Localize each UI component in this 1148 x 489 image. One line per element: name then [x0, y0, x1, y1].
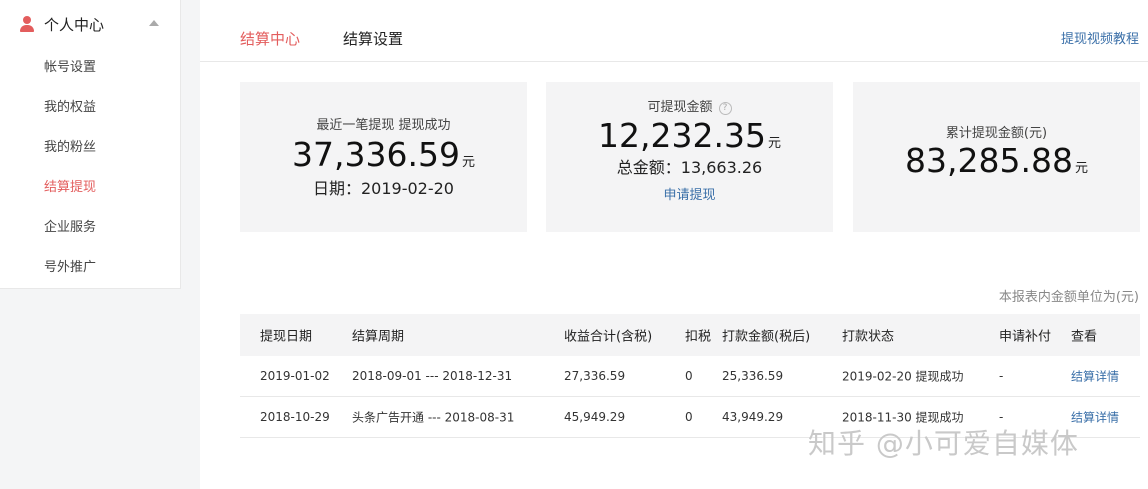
caret-up-icon[interactable]	[149, 20, 159, 26]
latest-withdraw-amount: 37,336.59	[292, 135, 460, 174]
col-settlement-period: 结算周期	[352, 329, 405, 345]
col-view: 查看	[1071, 329, 1098, 345]
col-payout-status: 打款状态	[842, 329, 895, 345]
latest-withdraw-date: 日期：2019-02-20	[313, 179, 454, 198]
cell-income-total: 45,949.29	[564, 410, 626, 424]
cell-payout-amount: 43,949.29	[722, 410, 784, 424]
cell-income-total: 27,336.59	[564, 369, 626, 383]
cell-settlement-period: 2018-09-01 --- 2018-12-31	[352, 369, 513, 383]
total-amount: 总金额：13,663.26	[616, 158, 763, 177]
sidebar-title: 个人中心	[44, 15, 105, 34]
cell-tax: 0	[685, 410, 693, 424]
tab-settlement-settings[interactable]: 结算设置	[343, 28, 403, 49]
col-income-total: 收益合计(含税)	[564, 329, 653, 345]
main-panel: 结算中心 结算设置 提现视频教程 最近一笔提现 提现成功 37,336.59 元 …	[200, 0, 1148, 489]
sidebar-item-enterprise-service[interactable]: 企业服务	[0, 208, 180, 248]
available-amount: 12,232.35	[598, 116, 766, 155]
cell-withdraw-date: 2019-01-02	[260, 369, 330, 383]
cell-settlement-period: 头条广告开通 --- 2018-08-31	[352, 410, 515, 425]
cell-payout-amount: 25,336.59	[722, 369, 784, 383]
sidebar-item-account-settings[interactable]: 帐号设置	[0, 48, 180, 88]
cumulative-withdraw-card: 累计提现金额(元) 83,285.88 元	[853, 82, 1140, 232]
sidebar-item-promotion[interactable]: 号外推广	[0, 248, 180, 288]
available-amount-unit: 元	[767, 136, 781, 151]
col-tax: 扣税	[685, 329, 712, 345]
cell-payout-status: 2019-02-20 提现成功	[842, 369, 964, 384]
cell-tax: 0	[685, 369, 693, 383]
table-row: 2019-01-02 2018-09-01 --- 2018-12-31 27,…	[240, 356, 1140, 397]
sidebar-item-my-rights[interactable]: 我的权益	[0, 88, 180, 128]
available-amount-label: 可提现金额	[647, 100, 713, 115]
user-icon	[19, 16, 35, 32]
available-amount-card: 可提现金额? 12,232.35 元 总金额：13,663.26 申请提现	[546, 82, 833, 232]
latest-withdraw-unit: 元	[461, 155, 475, 170]
sidebar-item-settlement-withdraw[interactable]: 结算提现	[0, 168, 180, 208]
cumulative-withdraw-unit: 元	[1074, 161, 1088, 176]
cumulative-withdraw-label: 累计提现金额(元)	[945, 126, 1048, 141]
watermark: 知乎 @小可爱自媒体	[808, 427, 1079, 460]
cumulative-withdraw-amount: 83,285.88	[905, 141, 1073, 180]
tab-settlement-center[interactable]: 结算中心	[240, 28, 300, 49]
col-withdraw-date: 提现日期	[260, 329, 313, 345]
latest-withdraw-card: 最近一笔提现 提现成功 37,336.59 元 日期：2019-02-20	[240, 82, 527, 232]
settlement-table: 提现日期 结算周期 收益合计(含税) 扣税 打款金额(税后) 打款状态 申请补付…	[240, 314, 1140, 438]
cell-withdraw-date: 2018-10-29	[260, 410, 330, 424]
tab-bar: 结算中心 结算设置 提现视频教程	[200, 0, 1148, 62]
sidebar: 个人中心 帐号设置 我的权益 我的粉丝 结算提现 企业服务 号外推广	[0, 0, 181, 289]
tutorial-video-link[interactable]: 提现视频教程	[1061, 28, 1139, 47]
cell-supplement: -	[999, 369, 1004, 383]
unit-note: 本报表内金额单位为(元)	[998, 290, 1139, 305]
sidebar-header-personal-center[interactable]: 个人中心	[0, 0, 180, 48]
col-supplement: 申请补付	[999, 329, 1052, 345]
sidebar-item-my-fans[interactable]: 我的粉丝	[0, 128, 180, 168]
help-question-icon[interactable]: ?	[718, 102, 732, 115]
col-payout-amount: 打款金额(税后)	[722, 329, 811, 345]
summary-cards: 最近一笔提现 提现成功 37,336.59 元 日期：2019-02-20 可提现…	[240, 82, 1140, 232]
latest-withdraw-label: 最近一笔提现 提现成功	[316, 118, 451, 133]
apply-withdraw-link[interactable]: 申请提现	[546, 184, 833, 203]
settlement-detail-link[interactable]: 结算详情	[1071, 368, 1119, 385]
table-header: 提现日期 结算周期 收益合计(含税) 扣税 打款金额(税后) 打款状态 申请补付…	[240, 314, 1140, 356]
